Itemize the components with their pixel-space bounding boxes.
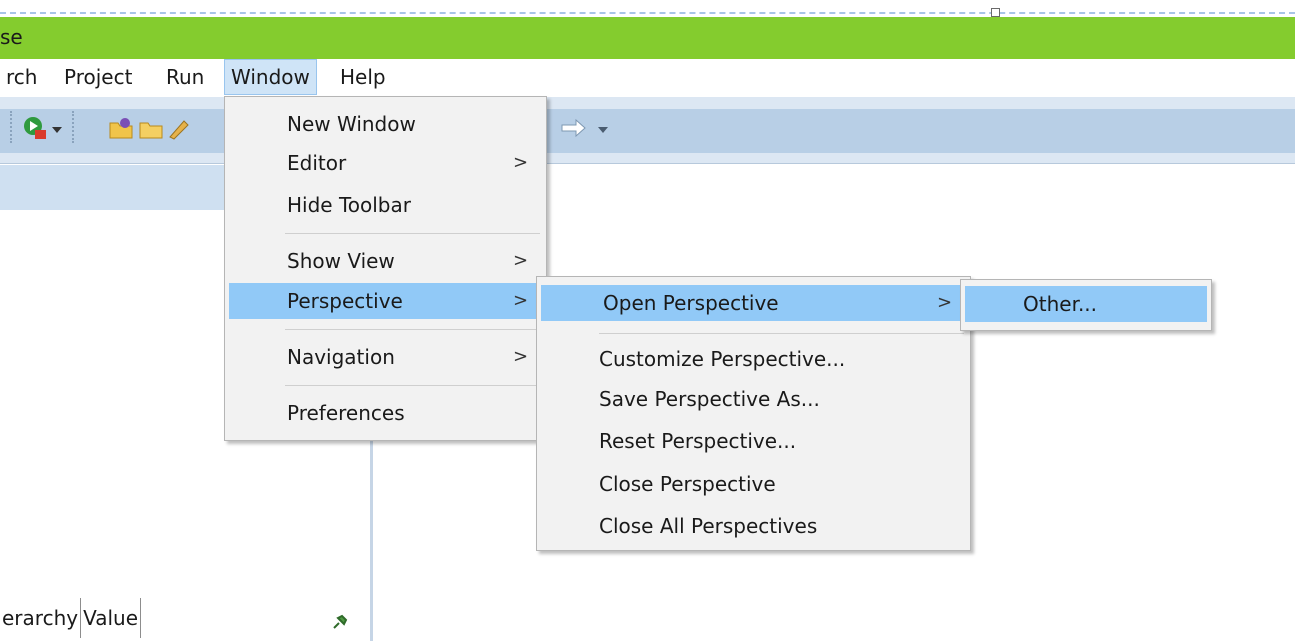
title-bar: se (0, 17, 1295, 59)
menu-item-perspective[interactable]: Perspective > (229, 283, 542, 319)
menu-item-other[interactable]: Other... (965, 286, 1207, 322)
chevron-right-icon: > (937, 292, 953, 313)
menu-run[interactable]: Run (160, 59, 210, 95)
run-icon[interactable] (22, 115, 48, 141)
chevron-right-icon: > (513, 152, 529, 173)
toolbar-separator (10, 111, 12, 143)
menu-item-preferences[interactable]: Preferences (225, 395, 546, 431)
open-project-icon[interactable] (108, 115, 134, 141)
menu-item-close-all-perspectives[interactable]: Close All Perspectives (537, 508, 970, 544)
menu-separator (285, 385, 540, 386)
menu-item-customize-perspective[interactable]: Customize Perspective... (537, 341, 970, 377)
menu-item-editor[interactable]: Editor > (225, 145, 546, 181)
menu-item-new-window[interactable]: New Window (225, 106, 546, 142)
column-value[interactable]: Value (81, 598, 141, 638)
forward-arrow-icon[interactable] (560, 115, 592, 141)
menu-bar: rch Project Run Window Help (0, 59, 1295, 97)
column-hierarchy[interactable]: erarchy (0, 598, 82, 638)
toolbar (0, 97, 1295, 164)
toolbar-band (0, 109, 1295, 153)
menu-item-save-perspective-as[interactable]: Save Perspective As... (537, 381, 970, 417)
menu-item-navigation[interactable]: Navigation > (225, 339, 546, 375)
window-title: se (0, 25, 23, 49)
pin-icon[interactable] (332, 614, 348, 630)
perspective-submenu: Open Perspective > Customize Perspective… (536, 276, 971, 551)
chevron-right-icon: > (513, 250, 529, 271)
selection-strip (0, 0, 1295, 17)
window-menu: New Window Editor > Hide Toolbar Show Vi… (224, 96, 547, 441)
menu-item-reset-perspective[interactable]: Reset Perspective... (537, 423, 970, 459)
resize-handle[interactable] (991, 8, 1000, 17)
open-perspective-submenu: Other... (960, 279, 1212, 331)
chevron-right-icon: > (513, 346, 529, 367)
menu-item-show-view[interactable]: Show View > (225, 243, 546, 279)
column-headers: erarchy Value (0, 598, 141, 638)
menu-item-open-perspective[interactable]: Open Perspective > (541, 285, 964, 321)
menu-separator (285, 329, 540, 330)
menu-separator (599, 333, 964, 334)
chevron-right-icon: > (513, 290, 529, 311)
menu-search[interactable]: rch (0, 59, 43, 95)
menu-window[interactable]: Window (224, 59, 317, 95)
chevron-down-icon[interactable] (50, 115, 64, 141)
brush-icon[interactable] (166, 115, 192, 141)
menu-project[interactable]: Project (58, 59, 138, 95)
menu-item-hide-toolbar[interactable]: Hide Toolbar (225, 187, 546, 223)
open-folder-icon[interactable] (138, 115, 164, 141)
menu-item-close-perspective[interactable]: Close Perspective (537, 466, 970, 502)
toolbar-separator (72, 111, 74, 143)
dashed-selection-border (0, 12, 1295, 14)
menu-separator (285, 233, 540, 234)
menu-help[interactable]: Help (334, 59, 392, 95)
chevron-down-icon[interactable] (596, 115, 610, 141)
